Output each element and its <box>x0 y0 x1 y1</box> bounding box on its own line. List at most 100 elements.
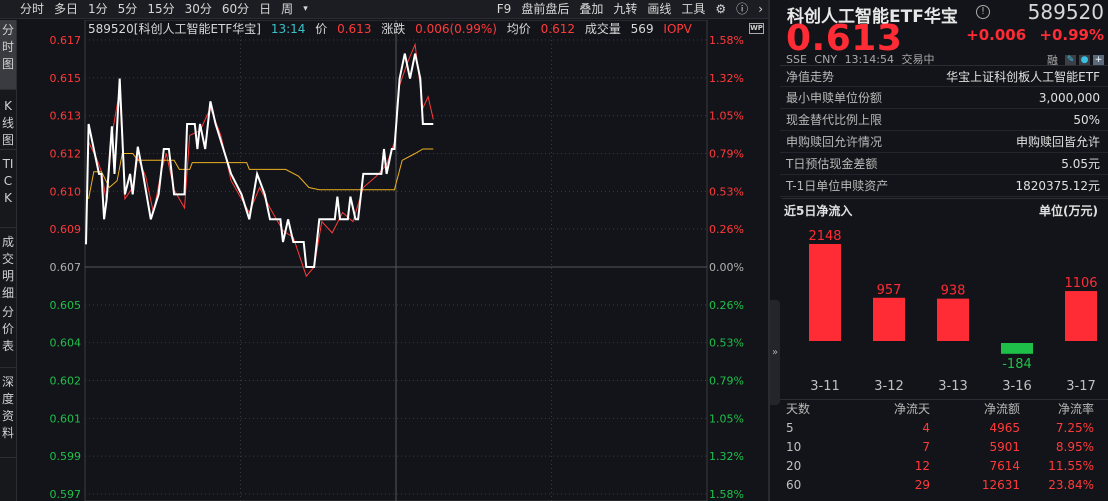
y-tick-right: 1.58% <box>709 34 744 47</box>
flow-date-label: 3-12 <box>874 379 904 394</box>
chart-info-line: 589520[科创人工智能ETF华宝] 13:14 价 0.613 涨跌 0.0… <box>88 20 698 38</box>
tab-day[interactable]: 日 <box>254 0 276 19</box>
y-tick-right: 1.32% <box>709 450 744 463</box>
security-name: 589520[科创人工智能ETF华宝] <box>88 22 261 36</box>
table-cell: 23.84% <box>1048 478 1094 492</box>
tab-30min[interactable]: 30分 <box>180 0 217 19</box>
y-tick-left: 0.609 <box>50 223 82 236</box>
flow-date-label: 3-11 <box>810 379 840 394</box>
change-label: 涨跌 <box>381 22 406 36</box>
y-tick-right: 0.00% <box>709 261 744 274</box>
tab-intraday[interactable]: 分时 <box>15 0 49 19</box>
flow-bar <box>873 297 905 341</box>
help-icon[interactable]: ⓘ <box>731 0 753 19</box>
header-net-days: 净流天 <box>893 402 930 416</box>
table-cell: 7.25% <box>1055 421 1094 435</box>
detail-label: 净值走势 <box>786 70 835 84</box>
table-cell: 5901 <box>989 440 1020 454</box>
wp-icon[interactable]: WP <box>749 23 764 34</box>
detail-value: 5.05元 <box>1061 157 1100 171</box>
change-amount: +0.006 <box>966 26 1027 44</box>
table-cell: 10 <box>786 440 802 454</box>
flow-bar <box>1065 291 1097 341</box>
table-row: 5 4 4965 7.25% <box>780 419 1108 438</box>
table-cell: 7614 <box>989 459 1020 473</box>
y-tick-left: 0.602 <box>50 375 82 388</box>
flow-value-label: 938 <box>941 284 966 299</box>
tab-15min[interactable]: 15分 <box>142 0 179 19</box>
detail-label: T-1日单位申赎资产 <box>786 179 889 193</box>
header-net-amount: 净流额 <box>983 402 1020 416</box>
intraday-chart[interactable]: 0.617 1.58% 0.615 1.32% 0.613 1.05% 0.612 0.79%… <box>0 20 768 501</box>
table-cell: 29 <box>914 478 930 492</box>
table-cell: 4965 <box>989 421 1020 435</box>
price-label: 价 <box>315 22 328 36</box>
y-tick-left: 0.604 <box>50 337 82 350</box>
iopv-label: IOPV <box>663 22 692 36</box>
net-inflow-chart: 2148 3-11 957 3-12 938 3-13 -184 3-16 1106 3-17 <box>808 229 1097 394</box>
table-cell: 12631 <box>981 478 1020 492</box>
flow-value-label: 957 <box>877 283 902 298</box>
tab-multi-day[interactable]: 多日 <box>49 0 83 19</box>
nine-turn-button[interactable]: 九转 <box>608 0 642 19</box>
table-cell: 12 <box>914 459 930 473</box>
gear-icon[interactable]: ⚙ <box>710 0 731 19</box>
info-icon[interactable]: ! <box>976 5 990 19</box>
flow-bar <box>937 298 969 341</box>
avg-value: 0.612 <box>540 22 575 36</box>
y-tick-right: 0.79% <box>709 148 744 161</box>
cursor-time: 13:14 <box>270 22 306 36</box>
y-tick-left: 0.605 <box>50 299 82 312</box>
table-cell: 11.55% <box>1048 459 1094 473</box>
table-row: 60 29 12631 23.84% <box>780 476 1108 495</box>
flow-date-label: 3-13 <box>938 379 968 394</box>
avg-label: 均价 <box>506 22 531 36</box>
flow-table: 天数 净流天 净流额 净流率 5 4 4965 7.25% 10 7 5901 8.95% 20… <box>780 399 1108 495</box>
detail-label: 现金替代比例上限 <box>786 113 883 127</box>
y-tick-right: 0.53% <box>709 185 744 198</box>
collapse-panel-button[interactable]: » <box>770 300 780 405</box>
chevron-right-icon[interactable]: › <box>753 0 768 19</box>
detail-value: 3,000,000 <box>1038 91 1100 105</box>
detail-label: T日预估现金差额 <box>786 157 878 171</box>
tab-5min[interactable]: 5分 <box>113 0 143 19</box>
y-tick-left: 0.599 <box>50 450 82 463</box>
change-percent: +0.99% <box>1039 26 1104 44</box>
volume-value: 569 <box>630 22 654 36</box>
table-cell: 4 <box>922 421 930 435</box>
pencil-icon[interactable]: ✎ <box>1065 54 1076 66</box>
table-cell: 60 <box>786 478 802 492</box>
change-value: 0.006(0.99%) <box>415 22 497 36</box>
table-cell: 20 <box>786 459 802 473</box>
flow-value-label: -184 <box>1002 357 1032 372</box>
table-cell: 5 <box>786 421 794 435</box>
security-code: 589520 <box>1027 0 1104 24</box>
detail-row: T日预估现金差额 5.05元 <box>780 153 1108 175</box>
flow-date-label: 3-16 <box>1002 379 1032 394</box>
y-tick-left: 0.597 <box>50 488 82 501</box>
detail-value[interactable]: 华宝上证科创板人工智能ETF <box>946 66 1100 86</box>
tab-60min[interactable]: 60分 <box>217 0 254 19</box>
y-tick-right: 0.79% <box>709 375 744 388</box>
divider <box>768 0 770 501</box>
detail-row: 申购赎回允许情况 申购赎回皆允许 <box>780 131 1108 153</box>
price-change: +0.006 +0.99% <box>966 26 1104 44</box>
plus-icon[interactable]: + <box>1093 54 1104 66</box>
tab-week[interactable]: 周 <box>276 0 298 19</box>
detail-row: 净值走势 华宝上证科创板人工智能ETF <box>780 65 1108 87</box>
overlay-button[interactable]: 叠加 <box>574 0 608 19</box>
y-tick-left: 0.612 <box>50 148 82 161</box>
tab-1min[interactable]: 1分 <box>83 0 113 19</box>
bell-icon[interactable]: ● <box>1079 54 1090 66</box>
y-tick-left: 0.613 <box>50 110 82 123</box>
f9-button[interactable]: F9 <box>492 0 517 19</box>
pre-post-market-button[interactable]: 盘前盘后 <box>516 0 574 19</box>
draw-line-button[interactable]: 画线 <box>642 0 676 19</box>
y-tick-right: 0.53% <box>709 337 744 350</box>
y-tick-left: 0.601 <box>50 412 82 425</box>
more-periods-dropdown[interactable]: ▾ <box>298 0 313 19</box>
detail-label: 最小申赎单位份额 <box>786 91 883 105</box>
detail-label: 申购赎回允许情况 <box>786 135 883 149</box>
tools-button[interactable]: 工具 <box>676 0 710 19</box>
detail-row: 最小申赎单位份额 3,000,000 <box>780 87 1108 109</box>
